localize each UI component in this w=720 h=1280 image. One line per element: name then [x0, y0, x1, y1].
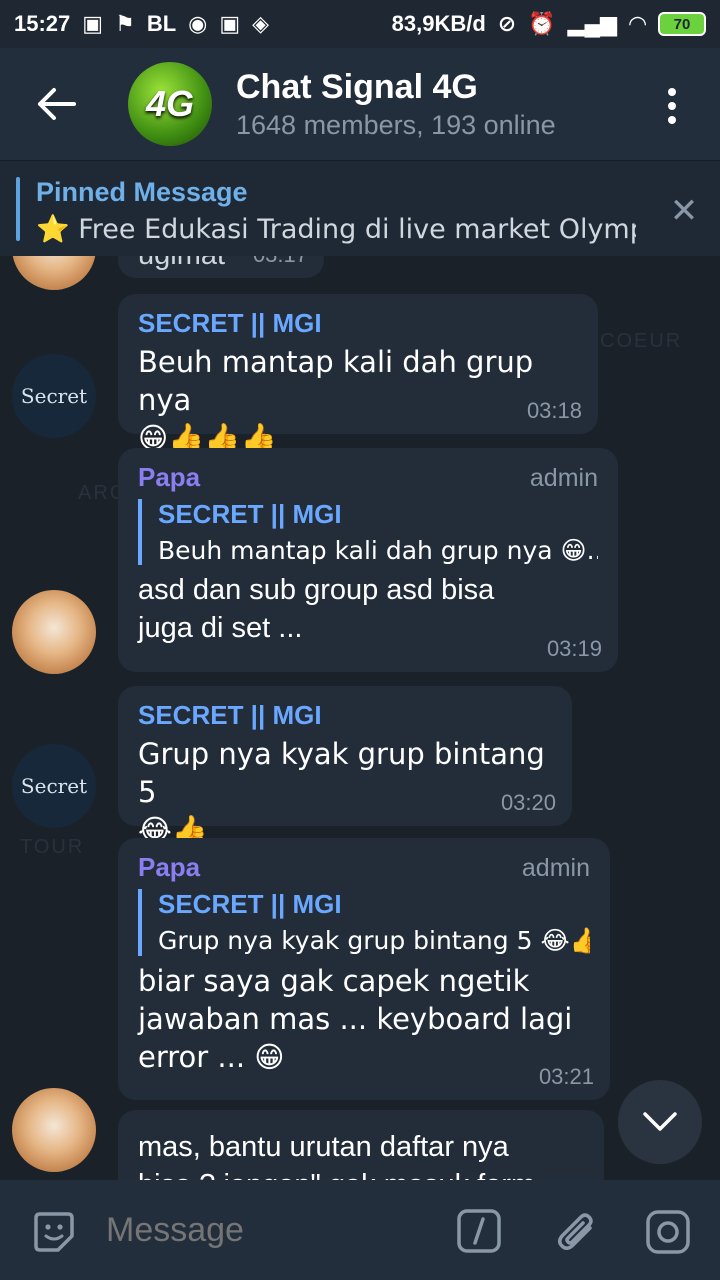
message-bubble[interactable]: Papa admin SECRET || MGI Grup nya kyak g… [118, 838, 610, 1100]
message-text: asd dan sub group asd bisa juga di set .… [138, 571, 598, 647]
wifi-icon: ◠ [629, 11, 646, 36]
notification-icon: ▣ [82, 11, 104, 36]
more-menu-icon[interactable] [660, 86, 684, 126]
avatar[interactable]: Secret [12, 744, 96, 828]
pinned-text: ⭐ Free Edukasi Trading di live market Ol… [36, 214, 636, 245]
notification-icon: ⚑ [115, 11, 135, 36]
message-line: bisa ? jangan" gak masuk form [138, 1166, 584, 1180]
close-icon[interactable]: ✕ [664, 191, 704, 231]
chat-title[interactable]: Chat Signal 4G [236, 68, 478, 107]
camera-icon[interactable] [644, 1208, 692, 1256]
admin-badge: admin [529, 464, 598, 492]
message-time: 03:21 [538, 1064, 594, 1089]
status-left: 15:27 ▣ ⚑ BL ◉ ▣ ◈ [14, 11, 269, 37]
pinned-message-bar[interactable]: Pinned Message ⭐ Free Edukasi Trading di… [0, 160, 720, 257]
mute-icon: ⊘ [497, 11, 517, 36]
message-line: Grup nya kyak grup bintang 5 [138, 737, 545, 809]
avatar[interactable] [12, 1088, 96, 1172]
net-speed: 83,9KB/d [391, 11, 486, 36]
emoji-icon[interactable] [30, 1208, 78, 1256]
notification-icon: ▣ [219, 11, 241, 36]
alarm-icon: ⏰ [528, 11, 556, 36]
avatar[interactable] [12, 256, 96, 290]
signal-icon: ▂▄▆ [567, 11, 618, 36]
bl-indicator: BL [146, 11, 177, 36]
clock: 15:27 [14, 11, 71, 36]
reply-quote[interactable]: SECRET || MGI Grup nya kyak grup bintang… [138, 889, 590, 956]
message-text: biar saya gak capek ngetik jawaban mas .… [138, 962, 590, 1076]
chat-header: 4G Chat Signal 4G 1648 members, 193 onli… [0, 48, 720, 160]
group-avatar[interactable]: 4G [128, 62, 212, 146]
message-time: 03:17 [253, 256, 308, 268]
wallpaper-doodle: TOUR [20, 836, 85, 858]
sender-name[interactable]: SECRET || MGI [138, 308, 578, 339]
avatar-text: Secret [20, 774, 88, 798]
bot-command-icon[interactable] [456, 1208, 502, 1254]
reply-sender: SECRET || MGI [158, 889, 342, 919]
message-text: Grup nya kyak grup bintang 5 😂👍 [138, 735, 552, 849]
message-bubble[interactable]: SECRET || MGI Grup nya kyak grup bintang… [118, 686, 572, 847]
reply-text: Beuh mantap kali dah grup nya 😁... [158, 536, 598, 565]
message-time: 03:18 [526, 398, 582, 423]
message-line: Beuh mantap kali dah grup nya [138, 345, 534, 417]
message-text: mas, bantu urutan daftar nya bisa ? jang… [138, 1128, 584, 1180]
attach-icon[interactable] [554, 1208, 598, 1256]
message-line: asd dan sub group asd bisa [138, 574, 495, 606]
shield-icon: ◈ [252, 11, 270, 36]
scroll-down-button[interactable] [618, 1080, 702, 1164]
reply-quote[interactable]: SECRET || MGI Beuh mantap kali dah grup … [138, 499, 598, 565]
avatar-text: Secret [20, 384, 88, 408]
pinned-indicator [16, 177, 20, 241]
message-time: 03:19 [546, 636, 602, 661]
reply-text: Grup nya kyak grup bintang 5 😂👍 [158, 926, 590, 955]
avatar[interactable]: Secret [12, 354, 96, 438]
message-input[interactable] [104, 1210, 438, 1251]
message-input-bar [0, 1180, 720, 1280]
notification-icon: ◉ [188, 11, 208, 36]
wallpaper-doodle: COEUR [600, 330, 683, 352]
message-bubble[interactable]: SECRET || MGI Beuh mantap kali dah grup … [118, 294, 598, 455]
pinned-title: Pinned Message [36, 177, 248, 207]
message-line: mas, bantu urutan daftar nya [138, 1131, 509, 1163]
message-line: jawaban mas ... keyboard lagi [138, 1002, 573, 1036]
status-right: 83,9KB/d ⊘ ⏰ ▂▄▆ ◠ 70 [392, 11, 706, 37]
status-bar: 15:27 ▣ ⚑ BL ◉ ▣ ◈ 83,9KB/d ⊘ ⏰ ▂▄▆ ◠ 70 [0, 0, 720, 48]
member-count: 1648 members, 193 online [236, 110, 556, 140]
chevron-down-icon [643, 1112, 677, 1131]
chat-area[interactable]: COEUR ARC TOUR ugimat 03:17 SECRET || MG… [0, 256, 720, 1180]
message-line: juga di set ... [138, 612, 303, 644]
message-time: 03:20 [500, 790, 556, 815]
message-line: biar saya gak capek ngetik [138, 964, 530, 998]
message-bubble[interactable]: Papa admin SECRET || MGI Beuh mantap kal… [118, 448, 618, 672]
reply-sender: SECRET || MGI [158, 499, 342, 529]
message-bubble[interactable]: mas, bantu urutan daftar nya bisa ? jang… [118, 1110, 604, 1180]
message-text: Beuh mantap kali dah grup nya 😁👍👍👍 [138, 343, 578, 457]
sender-name[interactable]: SECRET || MGI [138, 700, 552, 731]
message-line: error ... 😁 [138, 1040, 285, 1074]
battery-icon: 70 [658, 12, 706, 36]
avatar-text: 4G [145, 83, 195, 124]
admin-badge: admin [521, 854, 590, 882]
avatar[interactable] [12, 590, 96, 674]
message-bubble[interactable]: ugimat 03:17 [118, 256, 324, 278]
back-arrow-icon[interactable] [34, 82, 78, 126]
